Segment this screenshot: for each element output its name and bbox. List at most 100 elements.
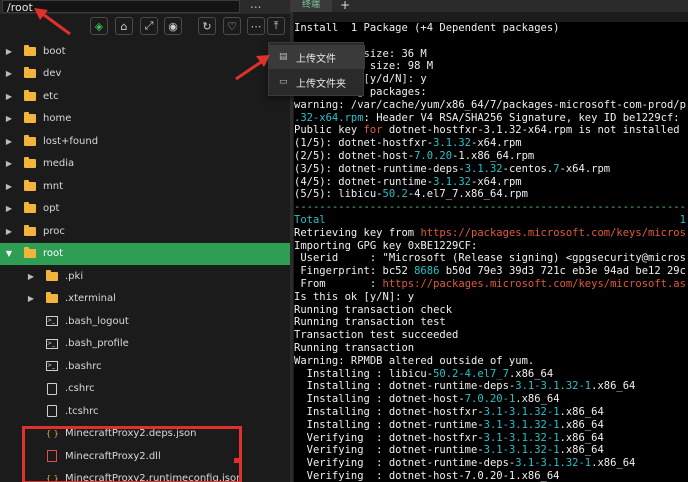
tree-item-label: etc	[43, 90, 59, 102]
chevron-right-icon[interactable]: ▶	[4, 227, 14, 236]
tree-item-root[interactable]: ▼ root	[0, 242, 290, 265]
tree-item-bash-profile[interactable]: >_ .bash_profile	[0, 333, 290, 355]
terminal-text: Is this ok [y/N]: y	[294, 290, 415, 303]
terminal-text: (1/5): dotnet-hostfxr-	[294, 137, 434, 150]
menu-item-upload-folder[interactable]: ▭ 上传文件夹	[269, 70, 365, 94]
terminal-line: (5/5): libicu-50.2-4.el7_7.x86_64.rpm	[294, 188, 528, 201]
terminal-text: Verifying : dotnet-hostfxr-	[294, 431, 484, 444]
collapse-icon[interactable]: ⤢	[140, 17, 158, 35]
terminal-text: Installing : dotnet-host-	[294, 393, 465, 406]
tree-item-bashrc[interactable]: >_ .bashrc	[0, 355, 290, 377]
terminal-text: From :	[294, 278, 383, 290]
folder-icon	[24, 134, 36, 146]
terminal-file-icon: >_	[46, 361, 58, 371]
tree-item-xterminal[interactable]: ▶ .xterminal	[0, 288, 290, 310]
terminal-text: 8686	[414, 265, 440, 278]
terminal-file-icon: >_	[46, 316, 58, 326]
terminal-line: (3/5): dotnet-runtime-deps-3.1.32-centos…	[294, 163, 610, 176]
terminal-text: 50.2-4.el7_7	[433, 367, 509, 380]
chevron-right-icon[interactable]: ▶	[4, 182, 14, 191]
terminal-text: 3.1-3.1.32-1	[483, 418, 560, 431]
highlight-marker	[234, 458, 239, 463]
terminal-text: .x86_64	[559, 418, 604, 431]
eye-icon[interactable]: ◉	[164, 17, 182, 35]
menu-item-label: 上传文件夹	[296, 78, 346, 90]
folder-icon	[24, 179, 36, 191]
terminal-line: Running transaction test	[294, 316, 446, 329]
terminal-text: -1.x86_64.rpm	[452, 150, 535, 162]
tree-item-home[interactable]: ▶ home	[0, 108, 290, 130]
chevron-right-icon[interactable]: ▶	[4, 137, 14, 146]
terminal-line: (1/5): dotnet-hostfxr-3.1.32-x64.rpm	[294, 137, 522, 150]
terminal-text: 7.0.20	[414, 150, 453, 162]
folder-icon	[24, 202, 36, 213]
terminal-text: Total 1.5	[294, 214, 688, 226]
more-icon[interactable]: ⋯	[247, 17, 265, 35]
home-icon[interactable]: ⌂	[115, 17, 133, 35]
terminal-file-icon: >_	[46, 338, 58, 349]
terminal-line: Installing : dotnet-runtime-3.1-3.1.32-1…	[294, 419, 604, 432]
heart-icon[interactable]: ♡	[223, 17, 241, 35]
folder-icon	[46, 292, 58, 303]
target-icon[interactable]: ◈	[90, 17, 108, 35]
refresh-icon[interactable]: ↻	[198, 17, 216, 35]
terminal-text: Importing GPG key 0xBE1229CF:	[294, 239, 478, 252]
terminal-text: (2/5): dotnet-host-	[294, 150, 415, 162]
tree-item-lost-found[interactable]: ▶ lost+found	[0, 130, 290, 152]
tree-item-etc[interactable]: ▶ etc	[0, 85, 290, 107]
tree-item-proc[interactable]: ▶ proc	[0, 220, 290, 242]
terminal-text: 3.1-3.1.32-1	[483, 431, 560, 444]
tab-terminal[interactable]: 终端	[290, 0, 332, 12]
terminal-line: Warning: RPMDB altered outside of yum.	[294, 355, 534, 368]
tree-item-mnt[interactable]: ▶ mnt	[0, 175, 290, 197]
terminal-text: 3.1.32	[433, 137, 472, 150]
terminal-text: 3.1-3.1.32-1	[483, 406, 560, 418]
chevron-right-icon[interactable]: ▶	[26, 272, 36, 281]
terminal-text: .x86_64	[508, 367, 554, 380]
terminal-text: -x64.rpm	[471, 137, 522, 150]
upload-icon[interactable]: ⤒	[267, 17, 285, 35]
terminal-text: Running transaction test	[294, 316, 446, 329]
tree-item-label: mnt	[43, 180, 63, 192]
chevron-right-icon[interactable]: ▶	[4, 69, 14, 78]
chevron-right-icon[interactable]: ▶	[26, 294, 36, 303]
terminal-text: 7.0.20-1	[464, 393, 516, 406]
terminal-line: Verifying : dotnet-runtime-deps-3.1-3.1.…	[294, 457, 636, 470]
path-more-button[interactable]: ...	[250, 0, 261, 11]
tree-item-bash-logout[interactable]: >_ .bash_logout	[0, 310, 290, 332]
chevron-right-icon[interactable]: ▶	[4, 114, 14, 123]
terminal-line: Verifying : dotnet-runtime-3.1-3.1.32-1.…	[294, 444, 604, 457]
chevron-right-icon[interactable]: ▶	[4, 204, 14, 213]
terminal-text: Verifying : dotnet-runtime-deps-	[294, 457, 516, 470]
chevron-right-icon[interactable]: ▶	[4, 92, 14, 101]
terminal-line: Public key for dotnet-hostfxr-3.1.32-x64…	[294, 124, 680, 137]
terminal-line: Verifying : dotnet-hostfxr-3.1-3.1.32-1.…	[294, 432, 604, 445]
terminal-line: Importing GPG key 0xBE1229CF:	[294, 240, 477, 253]
tree-item-media[interactable]: ▶ media	[0, 153, 290, 175]
terminal-line: .32-x64.rpm: Header V4 RSA/SHA256 Signat…	[294, 112, 680, 125]
tree-item-label: .pki	[65, 270, 84, 282]
terminal-line: (2/5): dotnet-host-7.0.20-1.x86_64.rpm	[294, 150, 534, 163]
tree-item-label: lost+found	[43, 135, 99, 147]
add-tab-button[interactable]: +	[340, 0, 350, 12]
folder-icon	[24, 224, 36, 236]
chevron-right-icon[interactable]: ▶	[4, 159, 14, 168]
terminal-text: .x86_64	[515, 393, 560, 406]
tree-item-tcshrc[interactable]: .tcshrc	[0, 400, 290, 422]
menu-item-upload-file[interactable]: ▤ 上传文件	[269, 45, 365, 69]
tree-item-pki[interactable]: ▶ .pki	[0, 265, 290, 287]
tree-item-label: .tcshrc	[65, 405, 99, 417]
chevron-right-icon[interactable]: ▶	[4, 47, 14, 56]
tree-item-label: boot	[43, 45, 66, 57]
terminal-text: Userid : "Microsoft (Release signing) <g…	[294, 252, 686, 265]
terminal-text: Running transaction	[294, 342, 415, 354]
tree-item-cshrc[interactable]: .cshrc	[0, 378, 290, 400]
terminal-text: Warning: RPMDB altered outside of yum.	[294, 354, 535, 367]
tree-item-label: root	[43, 248, 64, 259]
tree-item-opt[interactable]: ▶ opt	[0, 198, 290, 220]
chevron-down-icon[interactable]: ▼	[4, 249, 14, 258]
terminal-line: Fingerprint: bc52 8686 b50d 79e3 39d3 72…	[294, 265, 686, 278]
terminal-text: (4/5): dotnet-runtime-	[294, 175, 434, 188]
terminal-text: Running transaction check	[294, 303, 453, 316]
terminal-text: Verifying : dotnet-runtime-	[294, 444, 484, 457]
